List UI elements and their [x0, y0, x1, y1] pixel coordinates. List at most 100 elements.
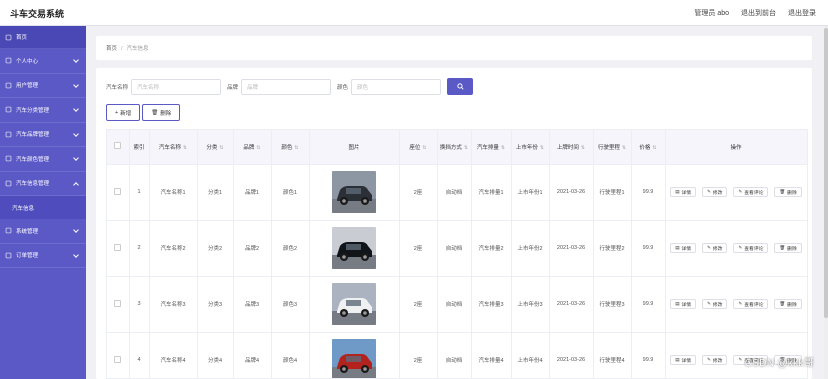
sort-icon[interactable]: ⇅	[464, 145, 468, 151]
column-header-label: 汽车名称	[158, 144, 181, 151]
search-button[interactable]	[447, 78, 474, 95]
sort-icon[interactable]: ⇅	[183, 145, 187, 151]
column-header[interactable]: 分类 ⇅	[197, 130, 234, 165]
logout-link[interactable]: 退出登录	[788, 8, 816, 18]
sidebar-item-7[interactable]: 系统管理	[0, 219, 86, 244]
row-delete-button[interactable]: 🗑 删除	[774, 187, 802, 197]
sidebar: 首页 个人中心用户管理汽车分类管理 汽车品牌管理 汽车颜色管理 汽车信息管理 汽车信息 系统…	[0, 26, 86, 379]
cell-year: 上市年份2	[511, 220, 550, 277]
row-checkbox[interactable]	[114, 187, 122, 195]
row-delete-button[interactable]: 🗑 删除	[774, 243, 802, 253]
action-label: 修改	[712, 190, 723, 196]
search-label-color: 颜色	[337, 84, 349, 91]
cell-seats: 2座	[399, 220, 438, 277]
sort-icon[interactable]: ⇅	[652, 145, 656, 151]
detail-button[interactable]: ▤ 详情	[670, 243, 697, 253]
cell-displacement: 汽车排量3	[471, 276, 512, 333]
car-name-input[interactable]: 汽车名称	[131, 78, 222, 95]
detail-button[interactable]: ▤ 详情	[670, 187, 697, 197]
detail-button[interactable]: ▤ 详情	[670, 299, 697, 309]
column-header[interactable]: 上牌时间 ⇅	[549, 130, 594, 165]
view-comments-button[interactable]: ✎ 查看评论	[733, 299, 769, 309]
sort-icon[interactable]: ⇅	[294, 145, 298, 151]
column-header[interactable]: 换挡方式 ⇅	[437, 130, 472, 165]
row-checkbox-cell	[107, 332, 130, 378]
main-area: 首页 / 汽车信息 汽车名称 汽车名称 品牌 品牌 颜色 颜色 + 新增 🗑 删除 索引…	[86, 26, 828, 379]
column-header[interactable]: 价格 ⇅	[631, 130, 666, 165]
top-links: 管理员 abo 退出到前台 退出登录	[694, 8, 816, 18]
table-row: 2 汽车名称2 分类2 品牌2 颜色2 2座 自动档 汽车排量2 上市年份2 2021-03-26…	[107, 220, 807, 277]
sidebar-item-6[interactable]: 汽车信息管理	[0, 172, 86, 196]
cell-color: 颜色3	[271, 276, 310, 333]
row-delete-button[interactable]: 🗑 删除	[774, 299, 802, 309]
breadcrumb-home[interactable]: 首页	[106, 46, 117, 52]
column-header-label: 汽车排量	[476, 144, 499, 151]
sidebar-item-4[interactable]: 汽车品牌管理	[0, 123, 86, 147]
add-button[interactable]: + 新增	[106, 104, 141, 121]
view-comments-button[interactable]: ✎ 查看评论	[733, 187, 769, 197]
car-image[interactable]	[332, 171, 376, 213]
car-image[interactable]	[332, 227, 376, 269]
home-icon	[5, 34, 12, 41]
edit-button[interactable]: ✎ 修改	[702, 243, 728, 253]
cell-mileage: 行驶里程1	[593, 164, 632, 221]
sort-icon[interactable]: ⇅	[422, 145, 426, 151]
cell-year: 上市年份3	[511, 276, 550, 333]
table-row: 1 汽车名称1 分类1 品牌1 颜色1 2座 自动档 汽车排量1 上市年份1 2021-03-26…	[107, 164, 807, 221]
sidebar-item-2[interactable]: 用户管理	[0, 74, 86, 98]
sidebar-subitem-car-info[interactable]: 汽车信息	[0, 196, 86, 219]
edit-button[interactable]: ✎ 修改	[702, 355, 728, 365]
sort-icon[interactable]: ⇅	[219, 145, 223, 151]
column-header[interactable]: 上市年份 ⇅	[511, 130, 550, 165]
cell-brand: 品牌4	[233, 332, 272, 378]
delete-button[interactable]: 🗑 删除	[142, 104, 181, 121]
scrollbar-thumb[interactable]	[824, 28, 828, 318]
cell-name: 汽车名称3	[149, 276, 198, 333]
column-header[interactable]: 汽车排量 ⇅	[471, 130, 512, 165]
sidebar-item-0[interactable]: 首页	[0, 26, 86, 49]
brand-input[interactable]: 品牌	[241, 78, 332, 95]
column-header[interactable]: 汽车名称 ⇅	[149, 130, 198, 165]
row-checkbox[interactable]	[114, 243, 122, 251]
color-input[interactable]: 颜色	[351, 78, 442, 95]
column-header[interactable]: 行驶里程 ⇅	[593, 130, 632, 165]
cell-name: 汽车名称2	[149, 220, 198, 277]
admin-user-link[interactable]: 管理员 abo	[694, 8, 729, 18]
sidebar-item-8[interactable]: 订单管理	[0, 244, 86, 268]
chevron-down-icon	[73, 57, 79, 63]
column-header[interactable]: 座位 ⇅	[399, 130, 438, 165]
detail-button[interactable]: ▤ 详情	[670, 355, 697, 365]
column-header[interactable]: 颜色 ⇅	[271, 130, 310, 165]
sidebar-item-1[interactable]: 个人中心	[0, 49, 86, 74]
user-icon	[5, 57, 12, 64]
edit-button[interactable]: ✎ 修改	[702, 187, 728, 197]
cell-index: 2	[129, 220, 150, 277]
sort-icon[interactable]: ⇅	[540, 145, 544, 151]
row-checkbox[interactable]	[114, 299, 122, 307]
search-label-brand: 品牌	[227, 84, 239, 91]
cell-mileage: 行驶里程3	[593, 276, 632, 333]
select-all-checkbox[interactable]	[114, 142, 122, 150]
sort-icon[interactable]: ⇅	[622, 145, 626, 151]
car-image[interactable]	[332, 283, 376, 325]
sidebar-item-5[interactable]: 汽车颜色管理	[0, 147, 86, 172]
sort-icon[interactable]: ⇅	[256, 145, 260, 151]
cell-price: 99.9	[631, 164, 666, 221]
sidebar-item-label: 用户管理	[16, 83, 39, 90]
chevron-down-icon	[73, 130, 79, 137]
sidebar-item-3[interactable]: 汽车分类管理	[0, 98, 86, 123]
column-header[interactable]: 品牌 ⇅	[233, 130, 272, 165]
sort-icon[interactable]: ⇅	[581, 145, 585, 151]
row-checkbox[interactable]	[114, 355, 122, 363]
view-comments-button[interactable]: ✎ 查看评论	[733, 243, 769, 253]
cell-gearbox: 自动档	[437, 220, 472, 277]
exit-to-frontend-link[interactable]: 退出到前台	[741, 8, 776, 18]
car-image[interactable]	[332, 339, 376, 378]
chevron-down-icon	[73, 106, 79, 112]
action-label: 修改	[712, 358, 723, 364]
column-header-label: 颜色	[281, 144, 293, 151]
sort-icon[interactable]: ⇅	[501, 145, 505, 151]
search-icon	[456, 83, 464, 90]
cell-color: 颜色2	[271, 220, 310, 277]
edit-button[interactable]: ✎ 修改	[702, 299, 728, 309]
